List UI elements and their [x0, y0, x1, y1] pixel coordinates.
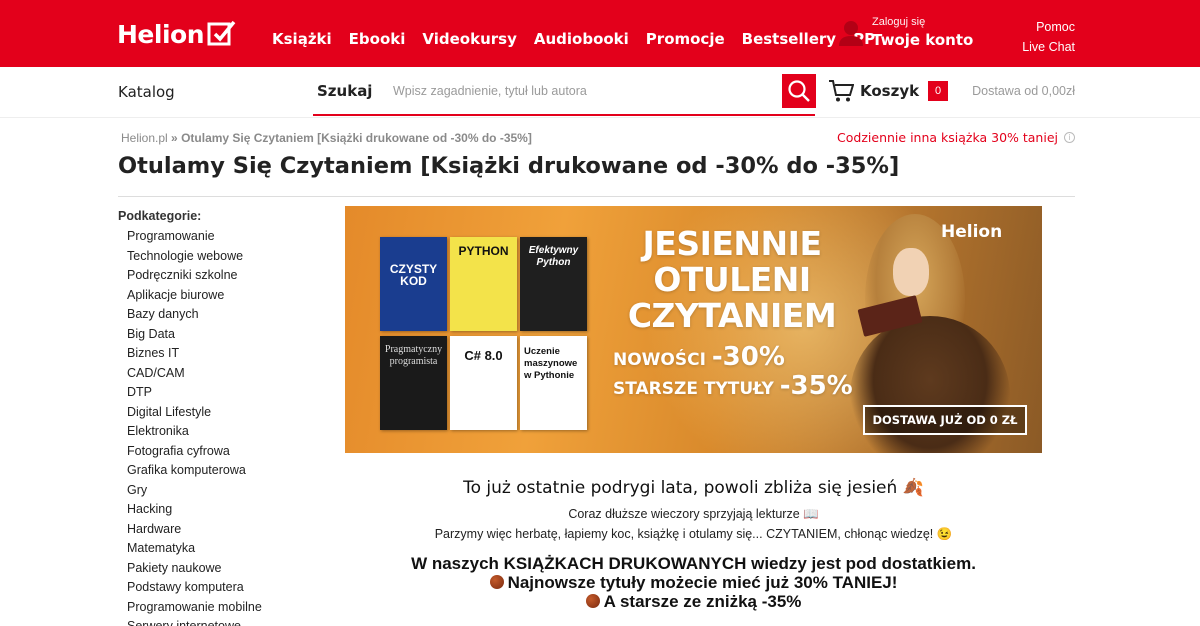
banner-line-3: CZYTANIEM: [627, 296, 837, 335]
main-nav: Książki Ebooki Videokursy Audiobooki Pro…: [272, 30, 892, 48]
book-title: CZYSTY KOD: [389, 262, 438, 288]
login-prompt: Zaloguj się: [872, 16, 926, 28]
logo-text: Helion: [117, 19, 205, 49]
sidebar-item-podreczniki-szkolne[interactable]: Podręczniki szkolne: [127, 266, 318, 286]
sidebar-item-podstawy-komputera[interactable]: Podstawy komputera: [127, 578, 318, 598]
daily-deal-text: Codziennie inna książka 30% taniej: [837, 130, 1058, 145]
sidebar-item-dtp[interactable]: DTP: [127, 383, 318, 403]
sidebar-item-gry[interactable]: Gry: [127, 481, 318, 501]
cart-icon: [829, 80, 854, 102]
nav-bestsellery[interactable]: Bestsellery: [742, 30, 836, 48]
cart-count-badge: 0: [928, 81, 949, 101]
breadcrumb-current: Otulamy Się Czytaniem [Książki drukowane…: [181, 131, 532, 145]
cart-link[interactable]: Koszyk 0: [828, 79, 949, 103]
banner-promo-new: NOWOŚCI -30%: [613, 344, 853, 373]
nav-videokursy[interactable]: Videokursy: [422, 30, 516, 48]
banner-delivery-badge: DOSTAWA JUŻ OD 0 ZŁ: [863, 405, 1027, 435]
sidebar-item-programowanie-mobilne[interactable]: Programowanie mobilne: [127, 598, 318, 618]
sidebar-item-matematyka[interactable]: Matematyka: [127, 539, 318, 559]
user-icon: [839, 20, 863, 46]
sidebar-item-hacking[interactable]: Hacking: [127, 500, 318, 520]
sidebar-item-serwery-internetowe[interactable]: Serwery internetowe: [127, 617, 318, 626]
breadcrumb-separator: »: [171, 131, 178, 145]
live-chat-link[interactable]: Live Chat: [1022, 37, 1075, 57]
sidebar-item-biznes-it[interactable]: Biznes IT: [127, 344, 318, 364]
promo-bold-3-row: A starsze ze zniżką -35%: [345, 592, 1042, 611]
account-link[interactable]: Zaloguj się Twoje konto: [838, 16, 973, 49]
banner-headline: JESIENNIE OTULENI CZYTANIEM NOWOŚCI -30%…: [613, 226, 853, 402]
sidebar-item-digital-lifestyle[interactable]: Digital Lifestyle: [127, 403, 318, 423]
sidebar-item-pakiety-naukowe[interactable]: Pakiety naukowe: [127, 559, 318, 579]
book-cover-uczenie-maszynowe: Uczenie maszynowe w Pythonie: [520, 336, 587, 430]
top-bar: Helion Książki Ebooki Videokursy Audiobo…: [0, 0, 1200, 67]
sidebar-item-big-data[interactable]: Big Data: [127, 325, 318, 345]
promo-new-value: -30%: [711, 342, 785, 372]
promo-old-label: STARSZE TYTUŁY: [613, 379, 774, 399]
page-title: Otulamy Się Czytaniem [Książki drukowane…: [118, 153, 900, 179]
header-divider: [0, 117, 1200, 118]
title-divider: [118, 196, 1075, 197]
sidebar-item-hardware[interactable]: Hardware: [127, 520, 318, 540]
promo-heading: To już ostatnie podrygi lata, powoli zbl…: [463, 478, 924, 498]
promo-line-2: Parzymy więc herbatę, łapiemy koc, książ…: [434, 527, 953, 541]
sidebar-item-bazy-danych[interactable]: Bazy danych: [127, 305, 318, 325]
nav-promocje[interactable]: Promocje: [646, 30, 725, 48]
promo-description: To już ostatnie podrygi lata, powoli zbl…: [345, 478, 1042, 611]
sidebar-item-aplikacje-biurowe[interactable]: Aplikacje biurowe: [127, 286, 318, 306]
subcategories-sidebar: Podkategorie: Programowanie Technologie …: [118, 209, 318, 626]
book-cover-csharp: C# 8.0: [450, 336, 517, 430]
book-cover-python: PYTHON: [450, 237, 517, 331]
sidebar-item-elektronika[interactable]: Elektronika: [127, 422, 318, 442]
sidebar-item-cad-cam[interactable]: CAD/CAM: [127, 364, 318, 384]
sidebar-item-technologie-webowe[interactable]: Technologie webowe: [127, 247, 318, 267]
promo-bold-3: A starsze ze zniżką -35%: [603, 592, 802, 611]
search-bar: Szukaj: [313, 70, 815, 116]
search-input[interactable]: [393, 76, 778, 106]
nav-audiobooki[interactable]: Audiobooki: [534, 30, 629, 48]
promo-bold-2: Najnowsze tytuły możecie mieć już 30% TA…: [507, 573, 898, 592]
nav-ebooki[interactable]: Ebooki: [349, 30, 406, 48]
search-icon: [788, 80, 810, 102]
banner-logo: Helion: [941, 222, 1003, 242]
logo-mark-icon: [207, 20, 236, 46]
promo-line-1: Coraz dłuższe wieczory sprzyjają lekturz…: [568, 507, 819, 521]
book-cover-efektywny-python: Efektywny Python: [520, 237, 587, 331]
promo-bold-2-row: Najnowsze tytuły możecie mieć już 30% TA…: [345, 573, 1042, 592]
sidebar-heading: Podkategorie:: [118, 209, 202, 223]
help-link[interactable]: Pomoc: [1022, 17, 1075, 37]
promo-old-value: -35%: [779, 371, 853, 401]
search-button[interactable]: [782, 74, 816, 108]
book-title: Efektywny Python: [528, 245, 579, 268]
daily-deal-link[interactable]: Codziennie inna książka 30% taniej i: [837, 130, 1075, 145]
book-title: C# 8.0: [464, 348, 503, 363]
chestnut-icon: [489, 575, 504, 589]
sidebar-item-grafika-komputerowa[interactable]: Grafika komputerowa: [127, 461, 318, 481]
chestnut-icon: [585, 594, 600, 608]
banner-line-1: JESIENNIE: [642, 224, 822, 263]
promo-bold-1: W naszych KSIĄŻKACH DRUKOWANYCH wiedzy j…: [411, 554, 976, 573]
book-cover-czysty-kod: CZYSTY KOD: [380, 237, 447, 331]
book-title: Pragmatyczny programista: [384, 344, 443, 367]
book-cover-pragmatyczny-programista: Pragmatyczny programista: [380, 336, 447, 430]
sidebar-item-programowanie[interactable]: Programowanie: [127, 227, 318, 247]
promo-new-label: NOWOŚCI: [613, 350, 706, 370]
nav-ksiazki[interactable]: Książki: [272, 30, 332, 48]
sidebar-item-fotografia-cyfrowa[interactable]: Fotografia cyfrowa: [127, 442, 318, 462]
catalog-menu[interactable]: Katalog: [118, 83, 175, 101]
banner-promo-old: STARSZE TYTUŁY -35%: [613, 373, 853, 402]
breadcrumb: Helion.pl » Otulamy Się Czytaniem [Książ…: [121, 131, 532, 145]
promo-banner[interactable]: CZYSTY KOD PYTHON Efektywny Python Pragm…: [345, 206, 1042, 453]
book-title: Uczenie maszynowe w Pythonie: [524, 346, 578, 381]
helion-logo[interactable]: Helion: [117, 18, 236, 50]
cart-label: Koszyk: [860, 82, 920, 100]
breadcrumb-home[interactable]: Helion.pl: [121, 131, 168, 145]
reader-face: [893, 248, 929, 296]
book-title: PYTHON: [458, 244, 509, 258]
search-label: Szukaj: [317, 82, 373, 100]
banner-line-2: OTULENI: [653, 260, 811, 299]
info-icon[interactable]: i: [1064, 132, 1075, 143]
account-label: Twoje konto: [872, 31, 974, 49]
help-links: Pomoc Live Chat: [1022, 17, 1075, 57]
delivery-info: Dostawa od 0,00zł: [972, 84, 1075, 98]
